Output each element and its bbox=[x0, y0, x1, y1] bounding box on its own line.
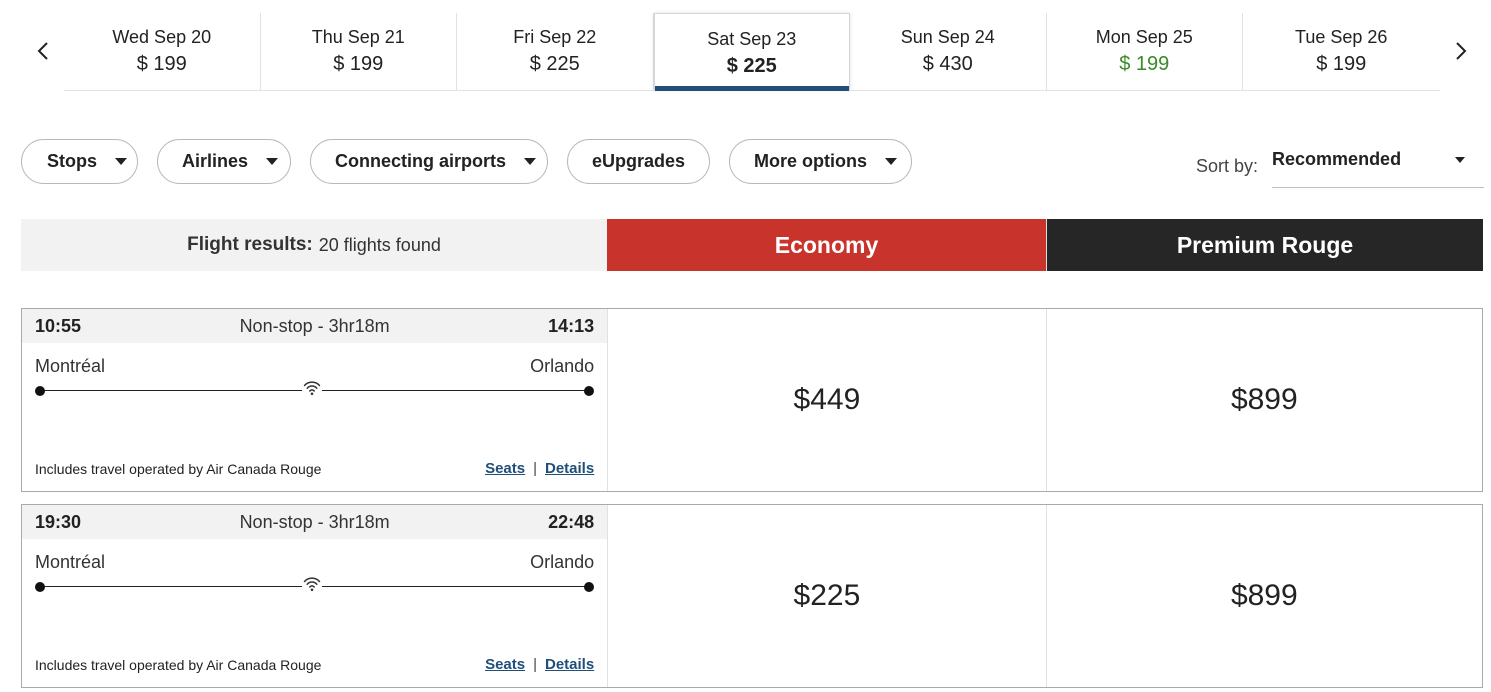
date-strip: Wed Sep 20 $ 199 Thu Sep 21 $ 199 Fri Se… bbox=[0, 0, 1491, 92]
date-price: $ 199 bbox=[136, 53, 187, 75]
departure-time: 19:30 bbox=[35, 511, 82, 532]
seats-link[interactable]: Seats bbox=[485, 460, 525, 477]
caret-down-icon bbox=[885, 158, 897, 165]
arrival-time: 14:13 bbox=[548, 315, 595, 336]
date-price: $ 225 bbox=[529, 53, 580, 75]
flight-results-count: 20 flights found bbox=[318, 234, 441, 255]
premium-rouge-fare-button[interactable]: $899 bbox=[1045, 505, 1482, 687]
destination-city: Orlando bbox=[530, 356, 595, 376]
date-label: Wed Sep 20 bbox=[112, 27, 212, 47]
caret-down-icon bbox=[115, 158, 128, 165]
chevron-right-icon[interactable] bbox=[1446, 36, 1476, 66]
more-options-filter-label: More options bbox=[754, 151, 867, 171]
date-label: Sat Sep 23 bbox=[707, 29, 797, 49]
link-separator: | bbox=[533, 460, 537, 477]
operator-note: Includes travel operated by Air Canada R… bbox=[35, 461, 322, 477]
details-link[interactable]: Details bbox=[545, 460, 594, 477]
more-options-filter-button[interactable]: More options bbox=[729, 139, 912, 184]
flight-cities: Montréal Orlando bbox=[35, 356, 594, 377]
date-label: Mon Sep 25 bbox=[1095, 27, 1193, 47]
wifi-icon bbox=[302, 575, 322, 593]
stops-filter-button[interactable]: Stops bbox=[21, 139, 138, 184]
date-price: $ 430 bbox=[922, 53, 973, 75]
flight-footer: Includes travel operated by Air Canada R… bbox=[35, 656, 594, 673]
origin-city: Montréal bbox=[35, 356, 106, 376]
date-label: Tue Sep 26 bbox=[1295, 27, 1388, 47]
route-line bbox=[35, 575, 595, 593]
flight-info: 19:30 Non-stop - 3hr18m 22:48 Montréal O… bbox=[22, 505, 608, 687]
flight-footer: Includes travel operated by Air Canada R… bbox=[35, 460, 594, 477]
date-option-sat-sep-23-selected[interactable]: Sat Sep 23 $ 225 bbox=[653, 13, 850, 91]
flight-links: Seats | Details bbox=[485, 460, 594, 477]
link-separator: | bbox=[533, 656, 537, 673]
sort-select[interactable]: Recommended bbox=[1272, 140, 1485, 188]
connecting-airports-filter-button[interactable]: Connecting airports bbox=[310, 139, 548, 184]
date-price: $ 199 bbox=[333, 53, 384, 75]
airlines-filter-button[interactable]: Airlines bbox=[157, 139, 291, 184]
flight-duration: Non-stop - 3hr18m bbox=[239, 511, 390, 532]
destination-dot bbox=[584, 386, 595, 396]
departure-time: 10:55 bbox=[35, 315, 82, 336]
date-label: Fri Sep 22 bbox=[513, 27, 597, 47]
wifi-icon bbox=[302, 379, 322, 397]
results-header: Flight results: 20 flights found Economy… bbox=[21, 219, 1483, 271]
sort-label: Sort by: bbox=[1196, 155, 1259, 176]
eupgrades-filter-button[interactable]: eUpgrades bbox=[567, 139, 710, 184]
origin-city: Montréal bbox=[35, 552, 106, 572]
flight-cities: Montréal Orlando bbox=[35, 552, 594, 573]
destination-city: Orlando bbox=[530, 552, 595, 572]
date-price: $ 199 bbox=[1316, 53, 1367, 75]
date-price: $ 225 bbox=[726, 55, 777, 77]
flight-result-row: 19:30 Non-stop - 3hr18m 22:48 Montréal O… bbox=[21, 504, 1483, 688]
caret-down-icon bbox=[1455, 156, 1466, 163]
flight-links: Seats | Details bbox=[485, 656, 594, 673]
date-option-mon-sep-25[interactable]: Mon Sep 25 $ 199 bbox=[1047, 13, 1243, 90]
connecting-airports-filter-label: Connecting airports bbox=[335, 151, 507, 171]
eupgrades-filter-label: eUpgrades bbox=[591, 151, 686, 171]
flight-times-bar: 10:55 Non-stop - 3hr18m 14:13 bbox=[22, 309, 608, 343]
details-link[interactable]: Details bbox=[545, 656, 594, 673]
caret-down-icon bbox=[266, 158, 279, 165]
flight-results-title: Flight results: bbox=[187, 234, 313, 255]
flight-results-summary: Flight results: 20 flights found bbox=[21, 219, 607, 271]
sort-control: Sort by: Recommended bbox=[1196, 140, 1485, 188]
date-option-tue-sep-26[interactable]: Tue Sep 26 $ 199 bbox=[1243, 13, 1440, 90]
stops-filter-label: Stops bbox=[47, 151, 98, 171]
premium-rouge-cabin-header[interactable]: Premium Rouge bbox=[1046, 219, 1483, 271]
date-option-sun-sep-24[interactable]: Sun Sep 24 $ 430 bbox=[850, 13, 1047, 90]
date-option-wed-sep-20[interactable]: Wed Sep 20 $ 199 bbox=[64, 13, 261, 90]
flight-info: 10:55 Non-stop - 3hr18m 14:13 Montréal O… bbox=[22, 309, 608, 491]
airlines-filter-label: Airlines bbox=[182, 151, 249, 171]
origin-dot bbox=[35, 386, 45, 396]
date-option-thu-sep-21[interactable]: Thu Sep 21 $ 199 bbox=[261, 13, 457, 90]
flight-result-row: 10:55 Non-stop - 3hr18m 14:13 Montréal O… bbox=[21, 308, 1483, 492]
flight-times-bar: 19:30 Non-stop - 3hr18m 22:48 bbox=[22, 505, 608, 539]
economy-cabin-header[interactable]: Economy bbox=[607, 219, 1046, 271]
date-label: Sun Sep 24 bbox=[900, 27, 995, 47]
filter-bar: Stops Airlines Connecting airports eUpgr… bbox=[21, 139, 931, 184]
date-price-lowest: $ 199 bbox=[1119, 53, 1170, 75]
operator-note: Includes travel operated by Air Canada R… bbox=[35, 657, 322, 673]
flight-duration: Non-stop - 3hr18m bbox=[239, 315, 390, 336]
arrival-time: 22:48 bbox=[548, 511, 595, 532]
destination-dot bbox=[584, 582, 595, 592]
economy-fare-button[interactable]: $225 bbox=[607, 505, 1045, 687]
premium-rouge-fare-button[interactable]: $899 bbox=[1045, 309, 1482, 491]
date-option-fri-sep-22[interactable]: Fri Sep 22 $ 225 bbox=[457, 13, 654, 90]
chevron-left-icon[interactable] bbox=[28, 36, 58, 66]
economy-fare-button[interactable]: $449 bbox=[607, 309, 1045, 491]
caret-down-icon bbox=[524, 158, 537, 165]
sort-value: Recommended bbox=[1272, 149, 1402, 169]
seats-link[interactable]: Seats bbox=[485, 656, 525, 673]
origin-dot bbox=[35, 582, 45, 592]
date-label: Thu Sep 21 bbox=[311, 27, 405, 47]
date-list: Wed Sep 20 $ 199 Thu Sep 21 $ 199 Fri Se… bbox=[64, 13, 1440, 91]
route-line bbox=[35, 379, 595, 397]
